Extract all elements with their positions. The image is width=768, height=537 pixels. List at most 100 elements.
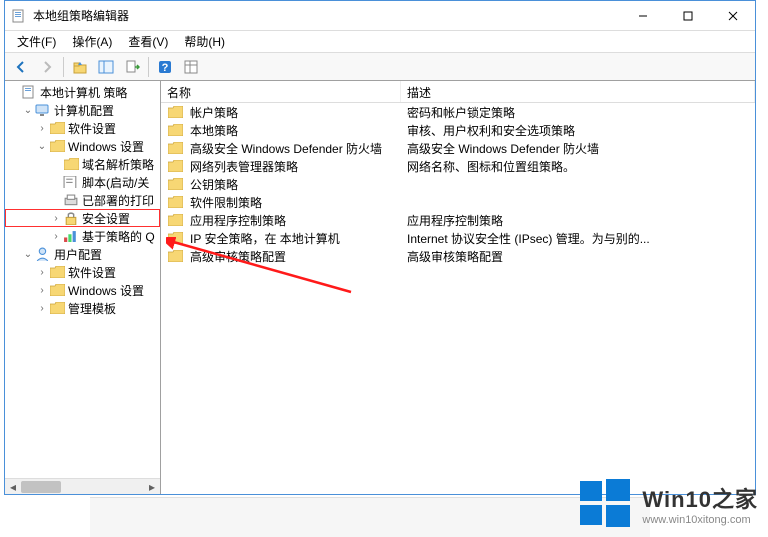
expand-icon[interactable]: ⌄ — [21, 105, 35, 116]
list-item-desc: 高级审核策略配置 — [401, 248, 755, 265]
expand-icon[interactable]: › — [35, 285, 49, 296]
tree-panel: 本地计算机 策略 ⌄ 计算机配置 › 软件设置 ⌄ Windows 设置 — [5, 81, 161, 494]
list-item-name: 公钥策略 — [190, 176, 238, 193]
policy-icon — [21, 85, 37, 99]
scroll-thumb[interactable] — [21, 481, 61, 493]
collapse-icon[interactable]: ⌄ — [21, 249, 35, 260]
menu-action[interactable]: 操作(A) — [66, 31, 118, 52]
tree-admin-templates[interactable]: › 管理模板 — [5, 299, 160, 317]
list-item-name: 帐户策略 — [190, 104, 238, 121]
folder-icon — [167, 123, 183, 137]
show-hide-tree-button[interactable] — [94, 56, 118, 78]
list-item-name: 本地策略 — [190, 122, 238, 139]
tree-name-resolution[interactable]: 域名解析策略 — [5, 155, 160, 173]
folder-icon — [63, 157, 79, 171]
up-level-button[interactable] — [68, 56, 92, 78]
column-description[interactable]: 描述 — [401, 81, 755, 102]
expand-icon[interactable]: › — [35, 123, 49, 134]
list-item-desc: 密码和帐户锁定策略 — [401, 104, 755, 121]
folder-icon — [49, 283, 65, 297]
scroll-left-arrow[interactable]: ◂ — [5, 479, 21, 494]
list-item-name: 高级审核策略配置 — [190, 248, 286, 265]
watermark: Win10之家 www.win10xitong.com — [578, 477, 758, 531]
tree-horizontal-scrollbar[interactable]: ◂ ▸ — [5, 478, 160, 494]
tree-root[interactable]: 本地计算机 策略 — [5, 83, 160, 101]
gpedit-window: 本地组策略编辑器 文件(F) 操作(A) 查看(V) 帮助(H) ? — [4, 0, 756, 495]
app-icon — [11, 8, 27, 24]
back-button[interactable] — [9, 56, 33, 78]
titlebar[interactable]: 本地组策略编辑器 — [5, 1, 755, 31]
expand-icon[interactable]: › — [49, 231, 63, 242]
folder-icon — [167, 249, 183, 263]
folder-icon — [167, 105, 183, 119]
tree-scripts[interactable]: 脚本(启动/关 — [5, 173, 160, 191]
list-item-desc: 高级安全 Windows Defender 防火墙 — [401, 140, 755, 157]
tree-security-settings[interactable]: › 安全设置 — [5, 209, 160, 227]
list-panel: 名称 描述 帐户策略密码和帐户锁定策略本地策略审核、用户权利和安全选项策略高级安… — [161, 81, 755, 494]
list-row[interactable]: IP 安全策略，在 本地计算机 Internet 协议安全性 (IPsec) 管理… — [161, 229, 755, 247]
folder-icon — [49, 265, 65, 279]
list-item-name: IP 安全策略，在 本地计算机 — [190, 230, 340, 247]
folder-icon — [49, 121, 65, 135]
list-row[interactable]: 高级审核策略配置 高级审核策略配置 — [161, 247, 755, 265]
list-row[interactable]: 网络列表管理器策略 网络名称、图标和位置组策略。 — [161, 157, 755, 175]
list-row[interactable]: 公钥策略 — [161, 175, 755, 193]
list-row[interactable]: 软件限制策略 — [161, 193, 755, 211]
collapse-icon[interactable]: ⌄ — [35, 141, 49, 152]
toolbar: ? — [5, 53, 755, 81]
tree-user-windows-settings[interactable]: › Windows 设置 — [5, 281, 160, 299]
list-item-desc: 审核、用户权利和安全选项策略 — [401, 122, 755, 139]
export-button[interactable] — [120, 56, 144, 78]
list-row[interactable]: 帐户策略 密码和帐户锁定策略 — [161, 103, 755, 121]
content-area: 本地计算机 策略 ⌄ 计算机配置 › 软件设置 ⌄ Windows 设置 — [5, 81, 755, 494]
computer-icon — [35, 103, 51, 117]
folder-icon — [167, 231, 183, 245]
minimize-button[interactable] — [620, 1, 665, 30]
tree-windows-settings[interactable]: ⌄ Windows 设置 — [5, 137, 160, 155]
list-item-name: 应用程序控制策略 — [190, 212, 286, 229]
help-button[interactable]: ? — [153, 56, 177, 78]
list-item-desc: 网络名称、图标和位置组策略。 — [401, 158, 755, 175]
printer-icon — [63, 193, 79, 207]
list-item-desc: Internet 协议安全性 (IPsec) 管理。为与别的... — [401, 230, 755, 247]
tree-user-config[interactable]: ⌄ 用户配置 — [5, 245, 160, 263]
tree-policy-based-qos[interactable]: › 基于策略的 Q — [5, 227, 160, 245]
list-row[interactable]: 高级安全 Windows Defender 防火墙 高级安全 Windows De… — [161, 139, 755, 157]
expand-icon[interactable]: › — [35, 303, 49, 314]
tree-software-settings[interactable]: › 软件设置 — [5, 119, 160, 137]
column-name[interactable]: 名称 — [161, 81, 401, 102]
security-icon — [63, 211, 79, 225]
list-body: 帐户策略密码和帐户锁定策略本地策略审核、用户权利和安全选项策略高级安全 Wind… — [161, 103, 755, 494]
qos-icon — [63, 229, 79, 243]
list-header: 名称 描述 — [161, 81, 755, 103]
tree-deployed-printers[interactable]: 已部署的打印 — [5, 191, 160, 209]
properties-button[interactable] — [179, 56, 203, 78]
menu-help[interactable]: 帮助(H) — [178, 31, 231, 52]
watermark-title: Win10之家 — [642, 482, 758, 514]
folder-icon — [167, 195, 183, 209]
folder-icon — [167, 159, 183, 173]
tree-computer-config[interactable]: ⌄ 计算机配置 — [5, 101, 160, 119]
folder-icon — [167, 213, 183, 227]
expand-icon[interactable]: › — [49, 213, 63, 224]
folder-icon — [167, 177, 183, 191]
svg-text:?: ? — [162, 62, 169, 74]
list-row[interactable]: 本地策略 审核、用户权利和安全选项策略 — [161, 121, 755, 139]
folder-icon — [49, 301, 65, 315]
tree-user-software-settings[interactable]: › 软件设置 — [5, 263, 160, 281]
list-item-desc: 应用程序控制策略 — [401, 212, 755, 229]
menu-view[interactable]: 查看(V) — [122, 31, 174, 52]
menu-file[interactable]: 文件(F) — [11, 31, 62, 52]
windows-logo-icon — [578, 477, 632, 531]
list-item-name: 网络列表管理器策略 — [190, 158, 298, 175]
maximize-button[interactable] — [665, 1, 710, 30]
list-item-name: 软件限制策略 — [190, 194, 262, 211]
list-item-name: 高级安全 Windows Defender 防火墙 — [190, 140, 382, 157]
scroll-right-arrow[interactable]: ▸ — [144, 479, 160, 494]
forward-button[interactable] — [35, 56, 59, 78]
expand-icon[interactable]: › — [35, 267, 49, 278]
folder-icon — [49, 139, 65, 153]
watermark-url: www.win10xitong.com — [642, 514, 758, 526]
close-button[interactable] — [710, 1, 755, 30]
list-row[interactable]: 应用程序控制策略 应用程序控制策略 — [161, 211, 755, 229]
